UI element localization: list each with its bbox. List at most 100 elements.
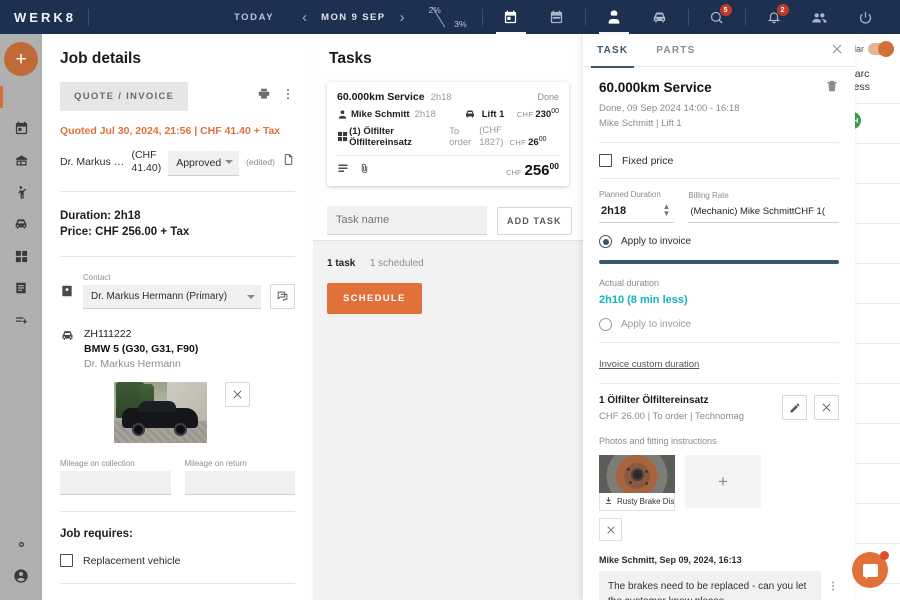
fixed-price-checkbox[interactable] xyxy=(599,154,612,167)
contact-message-button[interactable] xyxy=(270,284,295,309)
task-card-assignee-row: Mike Schmitt 2h18 Lift 1 CHF23000 xyxy=(337,108,559,120)
invoice-custom-duration-link[interactable]: Invoice custom duration xyxy=(599,359,699,370)
remove-part-button[interactable] xyxy=(814,395,839,420)
print-icon[interactable] xyxy=(257,87,271,106)
detail-fields-row: Planned Duration 2h18 ▲▼ Billing Rate (M… xyxy=(599,190,839,223)
power-icon[interactable] xyxy=(843,0,889,34)
labour-amount: 230 xyxy=(535,109,551,120)
vehicle-block[interactable]: ZH111222 BMW 5 (G30, G31, F90) Dr. Marku… xyxy=(60,327,295,372)
chat-support-button[interactable] xyxy=(852,552,888,588)
vehicle-photo[interactable] xyxy=(114,382,207,443)
vehicles-icon[interactable] xyxy=(637,0,683,34)
photo-car-wheel xyxy=(174,423,187,436)
comment-options-icon[interactable] xyxy=(827,571,839,597)
left-sidebar: + xyxy=(0,34,42,600)
mileage-return-input[interactable] xyxy=(185,471,296,495)
part-actions xyxy=(782,395,839,420)
task-name-input[interactable] xyxy=(327,206,487,235)
task-card-labour-amount: CHF23000 xyxy=(517,108,559,120)
replacement-vehicle-row[interactable]: Replacement vehicle xyxy=(60,554,295,567)
task-card-part-name: (1) Ölfilter Ölfiltereinsatz xyxy=(349,126,444,148)
search-icon[interactable]: 5 xyxy=(694,0,740,34)
utilization-bottom: 3% xyxy=(454,19,466,29)
today-button[interactable]: TODAY xyxy=(234,12,274,23)
tasks-panel: Tasks 60.000km Service 2h18 Done Mike Sc… xyxy=(313,34,583,600)
app-logo[interactable]: WERK8 xyxy=(0,10,88,25)
delete-icon[interactable] xyxy=(825,79,839,96)
schedule-button[interactable]: SCHEDULE xyxy=(327,283,422,314)
sidebar-item-workshop[interactable] xyxy=(0,144,42,176)
calendar-week-icon[interactable] xyxy=(534,0,580,34)
quote-amount: (CHF 41.40) xyxy=(131,149,161,175)
sidebar-item-invoices[interactable] xyxy=(0,272,42,304)
edit-part-button[interactable] xyxy=(782,395,807,420)
remove-vehicle-photo-button[interactable] xyxy=(225,382,250,407)
billing-rate-label: Billing Rate xyxy=(688,191,839,200)
divider xyxy=(599,142,839,143)
task-card[interactable]: 60.000km Service 2h18 Done Mike Schmitt … xyxy=(327,82,569,186)
vehicle-photo-row xyxy=(60,382,295,443)
sidebar-item-settings[interactable] xyxy=(0,528,42,560)
duration-progress-bar xyxy=(599,260,839,264)
duration-stepper[interactable]: ▲▼ xyxy=(662,203,670,217)
sidebar-item-parts[interactable] xyxy=(0,240,42,272)
team-icon[interactable] xyxy=(797,0,843,34)
document-icon[interactable] xyxy=(282,153,295,171)
quote-invoice-button[interactable]: QUOTE / INVOICE xyxy=(60,82,188,111)
calendar-day-icon[interactable] xyxy=(488,0,534,34)
sidebar-item-staff[interactable] xyxy=(0,176,42,208)
job-details-panel: Job details QUOTE / INVOICE Quoted Jul 3… xyxy=(42,34,313,600)
task-count: 1 task xyxy=(327,258,355,269)
calendar-toggle[interactable]: dar xyxy=(851,43,894,55)
apply-invoice-actual-radio[interactable] xyxy=(599,318,612,331)
tab-parts[interactable]: PARTS xyxy=(642,34,709,67)
prev-day-icon[interactable]: ‹ xyxy=(302,10,307,25)
notifications-icon[interactable]: 2 xyxy=(751,0,797,34)
active-rail-indicator xyxy=(0,86,3,108)
notes-icon[interactable] xyxy=(337,161,349,179)
add-new-button[interactable]: + xyxy=(4,42,38,76)
fixed-price-row[interactable]: Fixed price xyxy=(599,154,839,167)
apply-invoice-actual-row[interactable]: Apply to invoice xyxy=(599,318,839,331)
more-options-icon[interactable] xyxy=(281,87,295,106)
close-icon[interactable] xyxy=(831,43,843,58)
billing-rate-value[interactable]: (Mechanic) Mike SchmittCHF 1( xyxy=(688,203,839,223)
sidebar-item-add-list[interactable] xyxy=(0,304,42,336)
mileage-collection-input[interactable] xyxy=(60,471,171,495)
mileage-collection-label: Mileage on collection xyxy=(60,459,171,468)
divider xyxy=(337,155,559,156)
contact-icon xyxy=(60,284,74,309)
tab-task[interactable]: TASK xyxy=(583,34,642,67)
task-card-part-amount: (CHF 1827)CHF2600 xyxy=(479,125,559,148)
sidebar-item-account[interactable] xyxy=(0,560,42,592)
contact-select[interactable]: Dr. Markus Hermann (Primary) xyxy=(83,285,261,309)
total-currency: CHF xyxy=(506,168,521,177)
task-card-header: 60.000km Service 2h18 Done xyxy=(337,91,559,103)
photo-caption-bar[interactable]: Rusty Brake Disc xyxy=(599,493,675,511)
photo-thumbnail[interactable]: Rusty Brake Disc xyxy=(599,455,675,541)
add-photo-button[interactable]: + xyxy=(685,455,761,508)
remove-photo-button[interactable] xyxy=(599,518,622,541)
download-icon[interactable] xyxy=(604,496,613,507)
sidebar-item-vehicles[interactable] xyxy=(0,208,42,240)
photo-car-roof xyxy=(138,401,176,412)
staff-icon[interactable] xyxy=(591,0,637,34)
parts-icon xyxy=(337,131,349,142)
vehicle-owner: Dr. Markus Hermann xyxy=(84,357,198,372)
quote-status-select[interactable]: Approved xyxy=(168,153,239,171)
apply-invoice-planned-radio[interactable] xyxy=(599,235,612,248)
labour-cents: 00 xyxy=(551,108,559,115)
toggle-switch[interactable] xyxy=(868,43,894,55)
add-task-button[interactable]: ADD TASK xyxy=(497,207,572,235)
apply-invoice-planned-row[interactable]: Apply to invoice xyxy=(599,235,839,248)
date-navigator: ‹ MON 9 SEP › xyxy=(302,10,404,25)
vehicle-model: BMW 5 (G30, G31, F90) xyxy=(84,342,198,357)
replacement-vehicle-label: Replacement vehicle xyxy=(83,555,180,567)
attachment-icon[interactable] xyxy=(359,161,370,179)
edited-label: (edited) xyxy=(246,157,275,167)
replacement-vehicle-checkbox[interactable] xyxy=(60,554,73,567)
next-day-icon[interactable]: › xyxy=(400,10,405,25)
task-scheduled-count: 1 scheduled xyxy=(370,258,424,269)
comment-text: The brakes need to be replaced - can you… xyxy=(599,571,821,600)
sidebar-item-calendar[interactable] xyxy=(0,112,42,144)
